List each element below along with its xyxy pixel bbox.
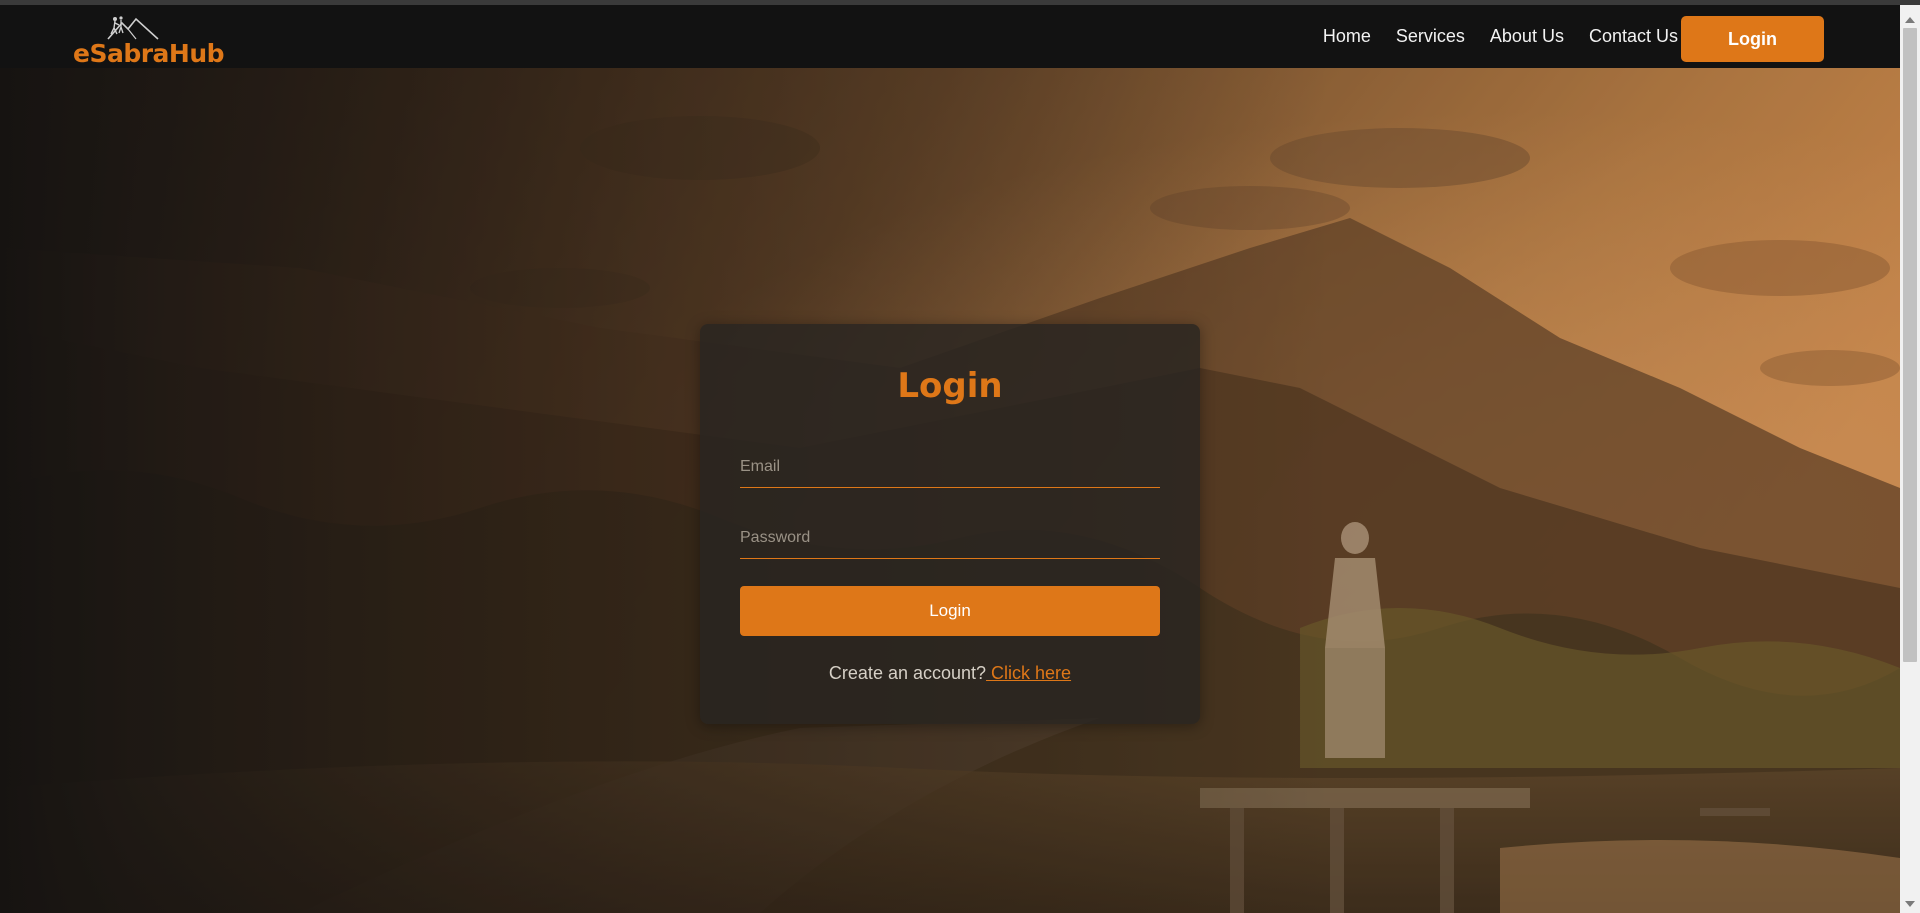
scroll-up-arrow-icon[interactable]	[1905, 17, 1915, 23]
nav-link-about-us[interactable]: About Us	[1490, 26, 1564, 47]
scroll-down-arrow-icon[interactable]	[1905, 901, 1915, 907]
brand-name: eSabraHub	[73, 39, 225, 68]
email-field[interactable]	[740, 446, 1160, 488]
navbar: eSabraHub Home Services About Us Contact…	[0, 5, 1900, 68]
signup-prompt-text: Create an account?	[828, 663, 987, 683]
password-field[interactable]	[740, 517, 1160, 559]
nav-links: Home Services About Us Contact Us	[1298, 5, 1678, 68]
nav-link-home[interactable]: Home	[1323, 26, 1371, 47]
signup-click-here-link[interactable]: Click here	[986, 663, 1071, 683]
nav-login-button[interactable]: Login	[1681, 16, 1824, 62]
signup-prompt-line: Create an account? Click here	[700, 663, 1200, 684]
scrollbar-thumb[interactable]	[1903, 28, 1917, 662]
nav-link-services[interactable]: Services	[1396, 26, 1465, 47]
vertical-scrollbar[interactable]	[1900, 5, 1920, 913]
login-title: Login	[897, 366, 1003, 406]
brand-logo[interactable]: eSabraHub	[73, 11, 225, 69]
mountain-hikers-logo-icon	[107, 16, 159, 40]
login-submit-button[interactable]: Login	[740, 586, 1160, 636]
nav-link-contact-us[interactable]: Contact Us	[1589, 26, 1678, 47]
